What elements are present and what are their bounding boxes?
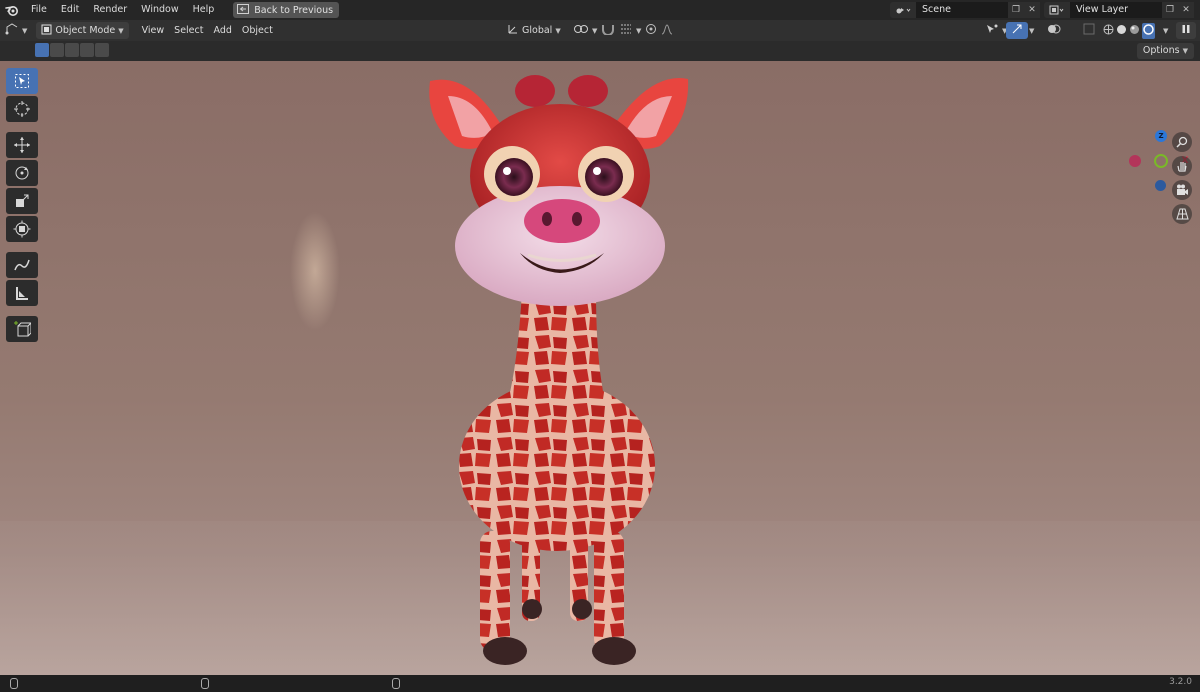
chevron-down-icon: ▼ [22, 26, 28, 35]
cursor-arrow-icon [985, 23, 999, 38]
transform-icon[interactable] [6, 216, 38, 242]
select-subtract-icon[interactable] [65, 43, 79, 57]
chevron-down-icon: ▼ [118, 26, 124, 35]
menu-help[interactable]: Help [186, 0, 222, 20]
camera-icon[interactable] [1172, 180, 1192, 200]
object-menu[interactable]: Object [237, 22, 278, 39]
view-layer-selector: View Layer ❐ ✕ [1044, 2, 1194, 18]
solid-shading-icon[interactable] [1116, 24, 1127, 38]
select-intersect-icon[interactable] [95, 43, 109, 57]
status-bar: 3.2.0 [0, 675, 1200, 692]
object-mode-label: Object Mode [55, 25, 116, 36]
gizmo-neg-x-axis[interactable] [1129, 155, 1141, 167]
scene-icon[interactable] [890, 2, 916, 18]
scale-icon[interactable] [6, 188, 38, 214]
scene-selector: Scene ❐ ✕ [890, 2, 1040, 18]
orientation-axes-icon [507, 23, 519, 38]
options-dropdown[interactable]: Options ▼ [1136, 43, 1194, 59]
blender-logo-icon[interactable] [0, 0, 24, 20]
view-menu[interactable]: View [137, 22, 170, 39]
menu-file[interactable]: File [24, 0, 54, 20]
select-extend-icon[interactable] [50, 43, 64, 57]
falloff-curve-icon [661, 23, 673, 38]
chevron-down-icon: ▼ [1182, 47, 1188, 55]
delete-view-layer-icon[interactable]: ✕ [1178, 2, 1194, 18]
snap-grid-icon [619, 23, 633, 38]
scene-name-field[interactable]: Scene [916, 2, 1008, 18]
object-mode-dropdown[interactable]: Object Mode ▼ [36, 22, 129, 39]
mouse-left-icon [10, 678, 18, 689]
giraffe-character-render [429, 75, 689, 665]
screen-back-icon [237, 3, 250, 17]
pan-hand-icon[interactable] [1172, 156, 1192, 176]
mouse-middle-icon [201, 678, 209, 689]
chevron-down-icon: ▼ [555, 26, 561, 35]
add-cube-icon[interactable] [6, 316, 38, 342]
falloff-dropdown[interactable] [656, 22, 678, 39]
top-menu-bar: File Edit Render Window Help Back to Pre… [0, 0, 1200, 20]
shading-dropdown[interactable]: ▼ [1158, 22, 1173, 39]
transform-orientation-dropdown[interactable]: Global ▼ [502, 22, 566, 39]
object-mode-icon [41, 24, 52, 38]
3d-viewport[interactable]: Z X [0, 61, 1200, 675]
view3d-editor-icon [5, 23, 19, 38]
select-box-icon[interactable] [6, 68, 38, 94]
back-to-previous-button[interactable]: Back to Previous [233, 2, 340, 18]
gizmo-arrow-icon [1011, 23, 1023, 38]
tool-settings-header: Options ▼ [0, 41, 1200, 61]
cursor-icon[interactable] [6, 96, 38, 122]
material-preview-shading-icon[interactable] [1129, 24, 1140, 38]
perspective-grid-icon[interactable] [1172, 204, 1192, 224]
menu-edit[interactable]: Edit [54, 0, 86, 20]
editor-type-button[interactable]: ▼ [0, 22, 32, 39]
gizmo-y-axis[interactable] [1154, 154, 1168, 168]
gizmo-neg-z-axis[interactable] [1155, 180, 1166, 191]
gizmo-z-axis[interactable]: Z [1155, 130, 1167, 142]
view-layer-icon[interactable] [1044, 2, 1070, 18]
xray-icon [1083, 23, 1095, 38]
pause-render-button[interactable] [1176, 22, 1196, 39]
selection-mode-buttons [35, 43, 109, 57]
pivot-icon [573, 23, 589, 38]
zoom-icon[interactable] [1172, 132, 1192, 152]
menu-window[interactable]: Window [134, 0, 185, 20]
rotate-icon[interactable] [6, 160, 38, 186]
pause-icon [1181, 24, 1191, 37]
version-label: 3.2.0 [1169, 677, 1192, 687]
options-label: Options [1142, 45, 1180, 56]
wireframe-shading-icon[interactable] [1103, 24, 1114, 38]
new-scene-icon[interactable]: ❐ [1008, 2, 1024, 18]
xray-toggle[interactable] [1078, 22, 1100, 39]
tool-shelf [6, 68, 38, 342]
overlays-icon [1047, 23, 1061, 38]
magnet-icon [601, 23, 615, 38]
rendered-shading-icon[interactable] [1142, 22, 1155, 39]
shading-mode-buttons [1098, 22, 1160, 39]
menu-render[interactable]: Render [86, 0, 134, 20]
view-layer-name-field[interactable]: View Layer [1070, 2, 1162, 18]
add-menu[interactable]: Add [208, 22, 236, 39]
select-menu[interactable]: Select [169, 22, 208, 39]
measure-icon[interactable] [6, 280, 38, 306]
mouse-right-icon [392, 678, 400, 689]
orientation-label: Global [522, 25, 553, 36]
select-invert-icon[interactable] [80, 43, 94, 57]
back-to-previous-label: Back to Previous [254, 4, 334, 16]
show-overlays-toggle[interactable] [1042, 22, 1066, 39]
new-view-layer-icon[interactable]: ❐ [1162, 2, 1178, 18]
gizmo-dropdown[interactable]: ▼ [1024, 22, 1039, 39]
chevron-down-icon: ▼ [1029, 26, 1035, 35]
delete-scene-icon[interactable]: ✕ [1024, 2, 1040, 18]
select-new-icon[interactable] [35, 43, 49, 57]
viewport-header: ▼ Object Mode ▼ View Select Add Object G… [0, 20, 1200, 41]
annotate-icon[interactable] [6, 252, 38, 278]
chevron-down-icon: ▼ [1163, 26, 1169, 35]
move-icon[interactable] [6, 132, 38, 158]
